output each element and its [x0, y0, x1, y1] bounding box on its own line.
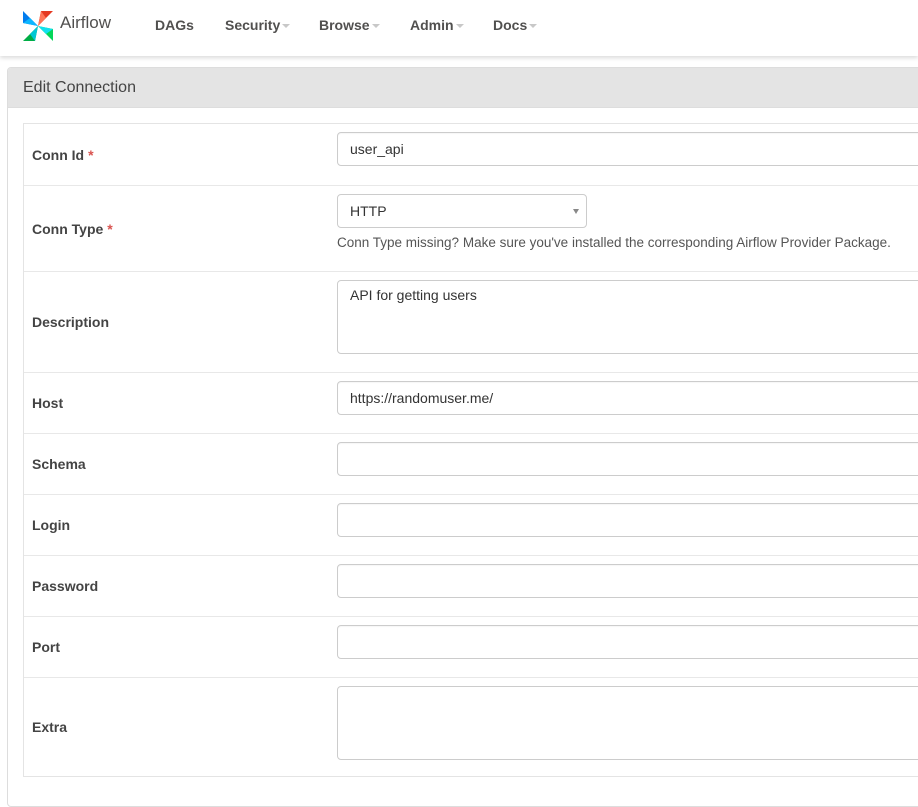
extra-label: Extra — [32, 719, 68, 735]
host-field-cell — [329, 373, 918, 433]
form-row-description: Description API for getting users — [24, 271, 918, 372]
airflow-pinwheel-icon — [20, 8, 56, 44]
password-input[interactable] — [337, 564, 918, 598]
caret-down-icon — [455, 24, 464, 28]
extra-field-cell — [329, 678, 918, 776]
schema-field-cell — [329, 434, 918, 494]
conn-id-label-text: Conn Id — [32, 146, 85, 163]
caret-down-icon — [529, 24, 538, 28]
nav-dags-label: DAGs — [155, 17, 194, 33]
nav-browse-label: Browse — [319, 17, 370, 33]
nav-browse[interactable]: Browse — [319, 17, 380, 33]
conn-id-label: Conn Id * — [24, 124, 329, 185]
login-input[interactable] — [337, 503, 918, 537]
port-input[interactable] — [337, 625, 918, 659]
login-label: Login — [32, 517, 71, 533]
nav-dags[interactable]: DAGs — [155, 17, 194, 33]
form-row-password: Password — [24, 555, 918, 616]
host-input[interactable] — [337, 381, 918, 415]
port-field-cell — [329, 617, 918, 677]
extra-textarea[interactable] — [337, 686, 918, 760]
form-row-extra: Extra — [24, 677, 918, 776]
form-row-login: Login — [24, 494, 918, 555]
conn-id-input[interactable] — [337, 132, 918, 166]
nav-security-label: Security — [225, 17, 281, 33]
brand-name: Airflow — [60, 13, 112, 32]
password-label: Password — [32, 578, 99, 594]
select-arrow-icon — [573, 209, 579, 214]
required-marker: * — [88, 146, 94, 163]
nav-admin-label: Admin — [410, 17, 454, 33]
form-row-conn-type: Conn Type * HTTP Conn Type missing? Make… — [24, 185, 918, 271]
form-row-port: Port — [24, 616, 918, 677]
form-row-conn-id: Conn Id * — [24, 124, 918, 185]
connection-form: Conn Id * Conn Type * HTTP Conn Type mis… — [23, 123, 918, 777]
conn-type-field-cell: HTTP Conn Type missing? Make sure you've… — [329, 186, 918, 271]
conn-type-label: Conn Type * — [24, 186, 329, 271]
description-field-cell: API for getting users — [329, 272, 918, 372]
panel-title: Edit Connection — [8, 68, 918, 108]
form-row-host: Host — [24, 372, 918, 433]
form-row-schema: Schema — [24, 433, 918, 494]
airflow-brand-link[interactable]: Airflow — [20, 6, 111, 46]
caret-down-icon — [282, 24, 291, 28]
schema-label: Schema — [32, 456, 86, 472]
conn-type-label-text: Conn Type — [32, 220, 104, 237]
nav-docs[interactable]: Docs — [493, 17, 538, 33]
schema-input[interactable] — [337, 442, 918, 476]
description-textarea[interactable]: API for getting users — [337, 280, 918, 354]
conn-id-field-cell — [329, 124, 918, 185]
nav-security[interactable]: Security — [225, 17, 291, 33]
nav-docs-label: Docs — [493, 17, 528, 33]
password-field-cell — [329, 556, 918, 616]
conn-type-help-text: Conn Type missing? Make sure you've inst… — [337, 235, 891, 250]
description-label: Description — [32, 314, 110, 330]
login-field-cell — [329, 495, 918, 555]
required-marker: * — [107, 220, 113, 237]
host-label: Host — [32, 395, 64, 411]
conn-type-selected-value: HTTP — [350, 203, 387, 219]
port-label: Port — [32, 639, 60, 655]
conn-type-select[interactable]: HTTP — [337, 194, 587, 228]
nav-admin[interactable]: Admin — [410, 17, 464, 33]
top-navbar: Airflow DAGs Security Browse Admin Docs — [0, 0, 918, 56]
caret-down-icon — [371, 24, 380, 28]
